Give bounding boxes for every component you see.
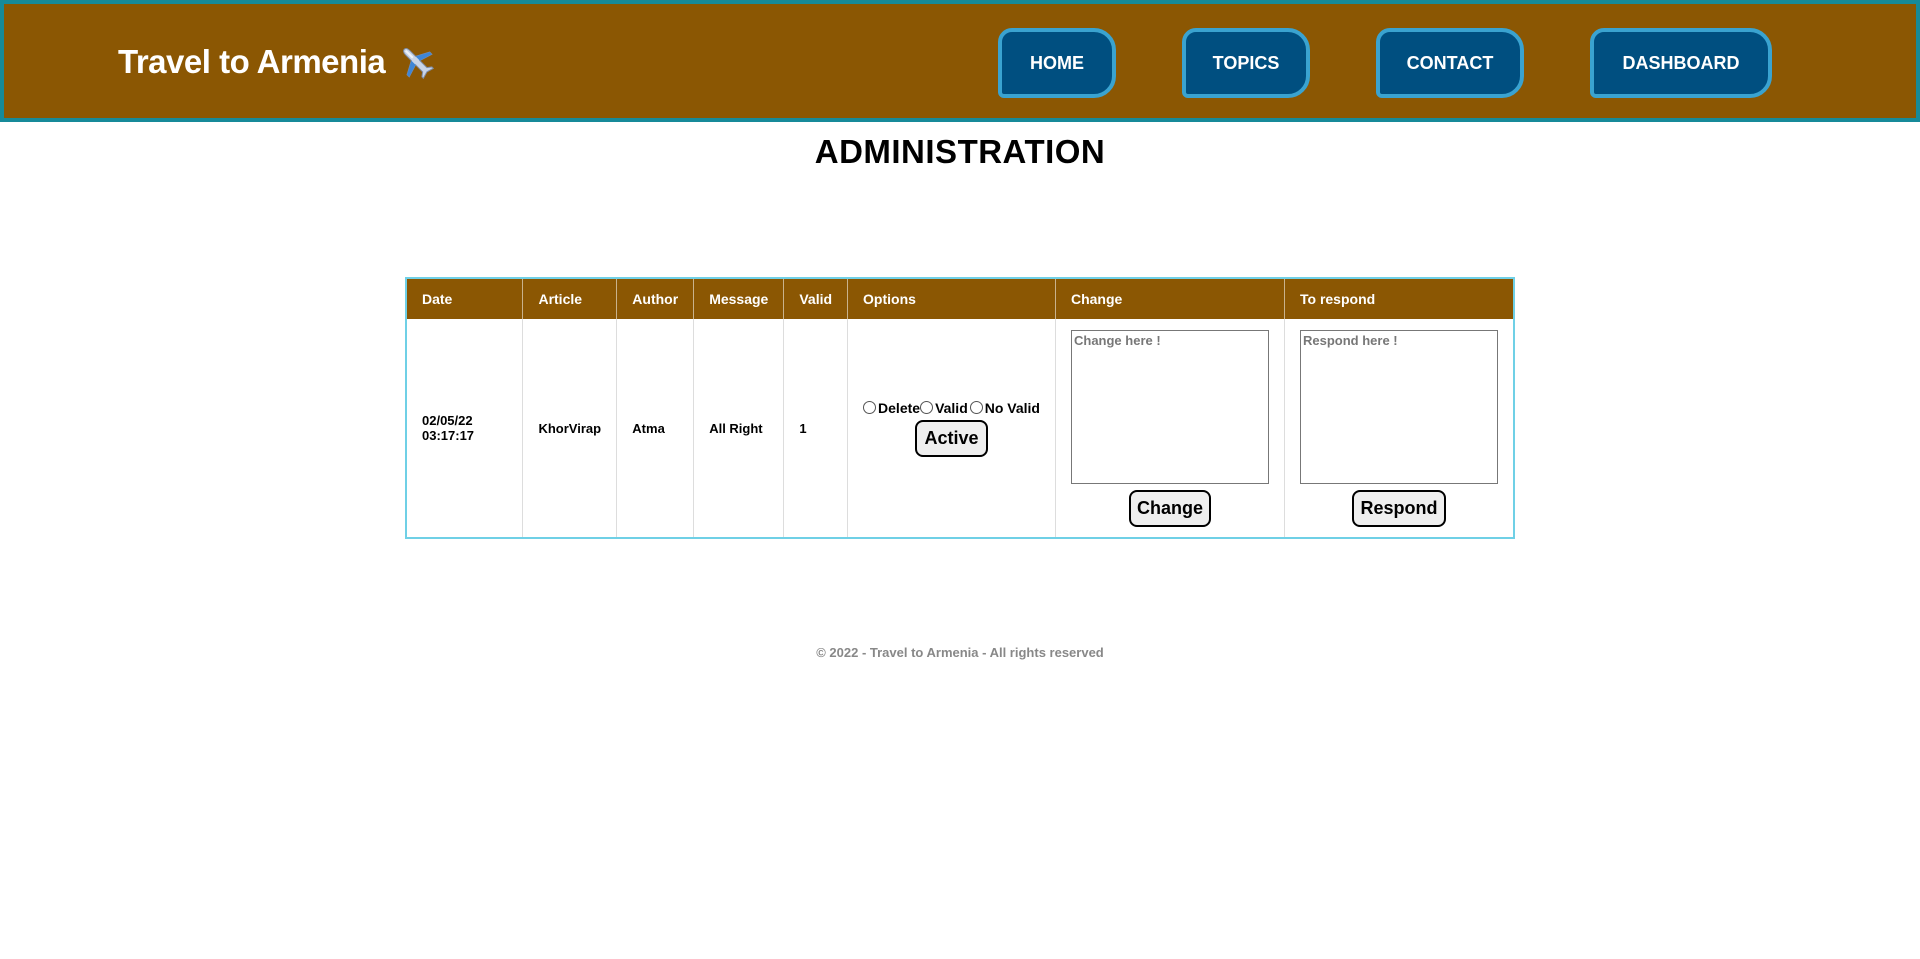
valid-radio-label: Valid bbox=[935, 399, 968, 416]
respond-textarea[interactable] bbox=[1299, 329, 1498, 484]
cell-valid: 1 bbox=[783, 319, 849, 538]
change-button[interactable]: Change bbox=[1128, 489, 1211, 527]
column-header-change: Change bbox=[1055, 278, 1285, 319]
cell-options: Delete Valid No Valid Active bbox=[847, 319, 1056, 538]
column-header-date: Date bbox=[406, 278, 524, 319]
footer-copyright: © 2022 - Travel to Armenia - All rights … bbox=[816, 645, 1104, 660]
page-title: ADMINISTRATION bbox=[814, 133, 1106, 170]
nav-topics-button[interactable]: TOPICS bbox=[1182, 28, 1310, 98]
column-header-article: Article bbox=[522, 278, 618, 319]
cell-change: Change bbox=[1055, 319, 1285, 538]
airplane-icon bbox=[403, 48, 435, 80]
cell-message: All Right bbox=[693, 319, 785, 538]
cell-date: 02/05/22 03:17:17 bbox=[406, 319, 524, 538]
table-header-row: Date Article Author Message Valid Option… bbox=[406, 278, 1514, 319]
options-radio-group: Delete Valid No Valid bbox=[863, 400, 1040, 416]
delete-radio[interactable] bbox=[863, 401, 877, 414]
change-textarea[interactable] bbox=[1070, 329, 1269, 484]
column-header-author: Author bbox=[616, 278, 695, 319]
cell-article: KhorVirap bbox=[522, 319, 618, 538]
nav-dashboard-button[interactable]: DASHBOARD bbox=[1590, 28, 1772, 98]
delete-radio-label: Delete bbox=[878, 399, 921, 416]
site-logo[interactable]: Travel to Armenia bbox=[118, 42, 437, 82]
column-header-options: Options bbox=[847, 278, 1056, 319]
site-header: Travel to Armenia HOME TOPICS CONTACT DA… bbox=[0, 0, 1920, 122]
cell-respond: Respond bbox=[1284, 319, 1514, 538]
brand-title: Travel to Armenia bbox=[118, 43, 386, 80]
table-row: 02/05/22 03:17:17 KhorVirap Atma All Rig… bbox=[406, 319, 1514, 538]
cell-author: Atma bbox=[616, 319, 695, 538]
no-valid-radio[interactable] bbox=[969, 401, 983, 414]
admin-table: Date Article Author Message Valid Option… bbox=[405, 277, 1515, 539]
valid-radio[interactable] bbox=[920, 401, 934, 414]
column-header-message: Message bbox=[693, 278, 785, 319]
respond-button[interactable]: Respond bbox=[1352, 489, 1446, 527]
active-button[interactable]: Active bbox=[915, 419, 988, 457]
no-valid-radio-label: No Valid bbox=[984, 399, 1040, 416]
nav-home-button[interactable]: HOME bbox=[998, 28, 1116, 98]
nav-contact-button[interactable]: CONTACT bbox=[1376, 28, 1524, 98]
column-header-valid: Valid bbox=[783, 278, 849, 319]
column-header-respond: To respond bbox=[1284, 278, 1514, 319]
